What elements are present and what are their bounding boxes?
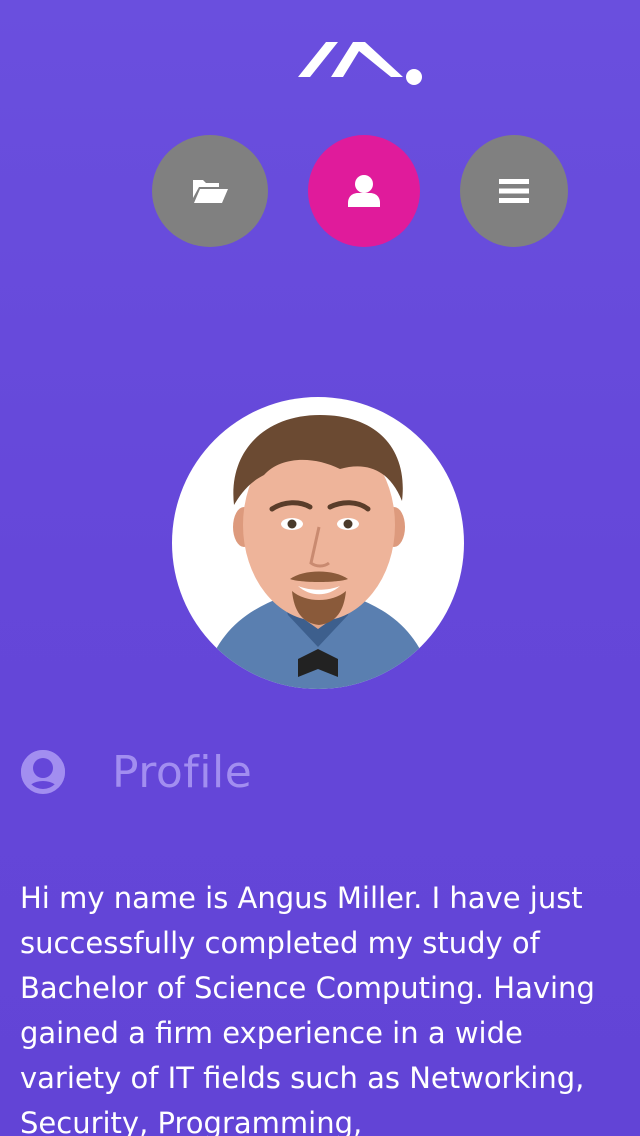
section-title: Profile	[112, 746, 253, 798]
profile-heading: Profile	[20, 742, 252, 802]
profile-photo	[172, 397, 464, 689]
nav-menu-button[interactable]	[460, 135, 568, 247]
user-icon	[348, 175, 380, 207]
nav-portfolio-button[interactable]	[152, 135, 268, 247]
ma-logo-icon[interactable]	[298, 40, 424, 88]
hamburger-menu-icon	[499, 179, 529, 203]
folder-open-icon	[193, 180, 228, 203]
user-circle-icon	[21, 750, 65, 794]
nav-profile-button[interactable]	[308, 135, 420, 247]
profile-bio: Hi my name is Angus Miller. I have just …	[20, 881, 595, 1136]
